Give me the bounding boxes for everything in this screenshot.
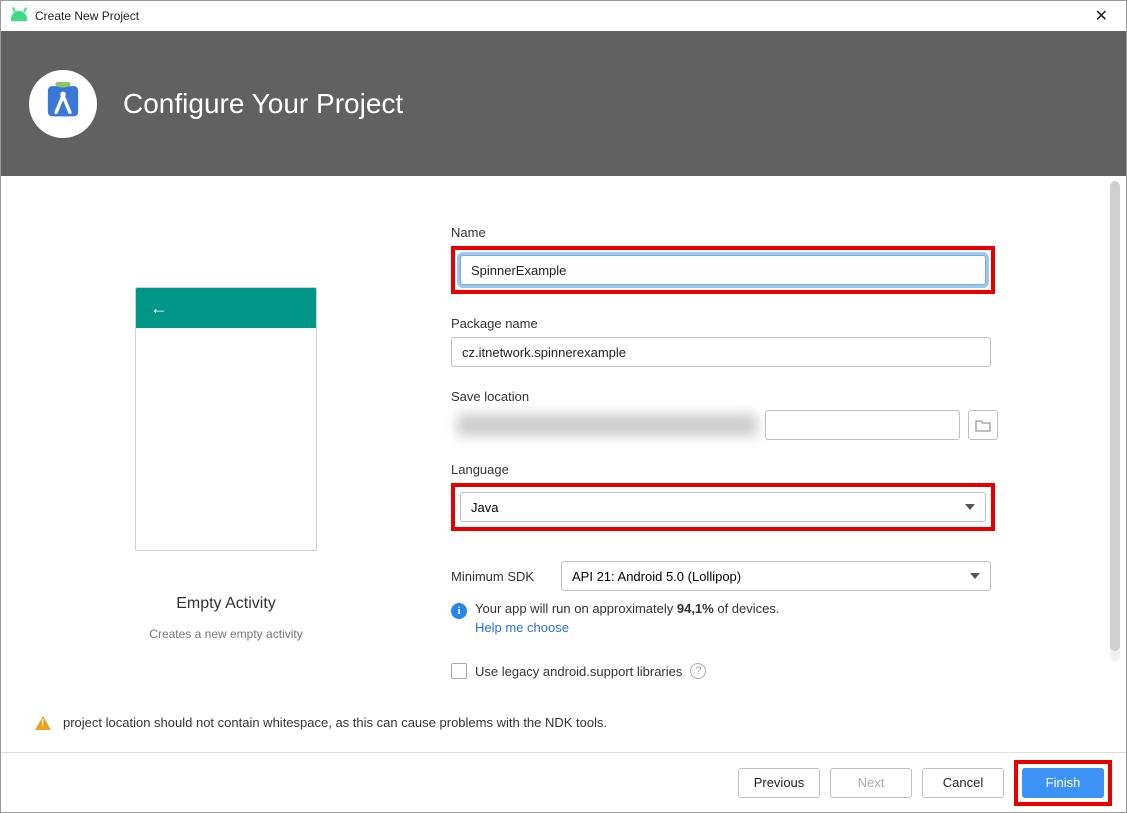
window-title: Create New Project bbox=[35, 9, 139, 23]
scrollbar-thumb[interactable] bbox=[1110, 181, 1120, 651]
save-location-label: Save location bbox=[451, 389, 1086, 404]
android-studio-icon bbox=[29, 70, 97, 138]
cancel-button[interactable]: Cancel bbox=[922, 768, 1004, 798]
min-sdk-select[interactable]: API 21: Android 5.0 (Lollipop) bbox=[561, 561, 991, 591]
language-value: Java bbox=[471, 500, 498, 515]
save-location-value-blurred bbox=[457, 414, 757, 436]
name-label: Name bbox=[451, 225, 1086, 240]
warning-text: project location should not contain whit… bbox=[63, 715, 607, 730]
header: Configure Your Project bbox=[1, 31, 1126, 176]
chevron-down-icon bbox=[970, 573, 980, 579]
name-highlight bbox=[451, 246, 995, 294]
name-input[interactable] bbox=[460, 255, 986, 285]
next-button: Next bbox=[830, 768, 912, 798]
template-description: Creates a new empty activity bbox=[149, 627, 302, 641]
package-name-input[interactable] bbox=[451, 337, 991, 367]
info-icon: i bbox=[451, 603, 467, 619]
min-sdk-value: API 21: Android 5.0 (Lollipop) bbox=[572, 569, 741, 584]
chevron-down-icon bbox=[965, 504, 975, 510]
language-label: Language bbox=[451, 462, 1086, 477]
legacy-libraries-checkbox[interactable] bbox=[451, 663, 467, 679]
button-bar: Previous Next Cancel Finish bbox=[1, 752, 1126, 812]
close-button[interactable]: ✕ bbox=[1087, 2, 1116, 30]
package-name-label: Package name bbox=[451, 316, 1086, 331]
android-icon bbox=[11, 11, 27, 21]
help-icon[interactable]: ? bbox=[690, 663, 706, 679]
warning-icon bbox=[35, 716, 51, 730]
language-highlight: Java bbox=[451, 483, 995, 531]
legacy-libraries-label: Use legacy android.support libraries bbox=[475, 664, 682, 679]
help-me-choose-link[interactable]: Help me choose bbox=[475, 620, 780, 635]
template-preview: ← bbox=[135, 287, 317, 551]
language-select[interactable]: Java bbox=[460, 492, 986, 522]
scrollbar[interactable] bbox=[1110, 181, 1120, 661]
previous-button[interactable]: Previous bbox=[738, 768, 820, 798]
min-sdk-label: Minimum SDK bbox=[451, 569, 549, 584]
save-location-input[interactable] bbox=[765, 410, 960, 440]
folder-icon bbox=[975, 418, 991, 432]
device-coverage-text: Your app will run on approximately 94,1%… bbox=[475, 601, 780, 616]
finish-button[interactable]: Finish bbox=[1022, 768, 1104, 798]
finish-highlight: Finish bbox=[1014, 760, 1112, 806]
titlebar: Create New Project ✕ bbox=[1, 1, 1126, 31]
page-title: Configure Your Project bbox=[123, 88, 403, 120]
template-name: Empty Activity bbox=[176, 595, 276, 613]
back-arrow-icon: ← bbox=[150, 298, 168, 319]
browse-folder-button[interactable] bbox=[968, 410, 998, 440]
